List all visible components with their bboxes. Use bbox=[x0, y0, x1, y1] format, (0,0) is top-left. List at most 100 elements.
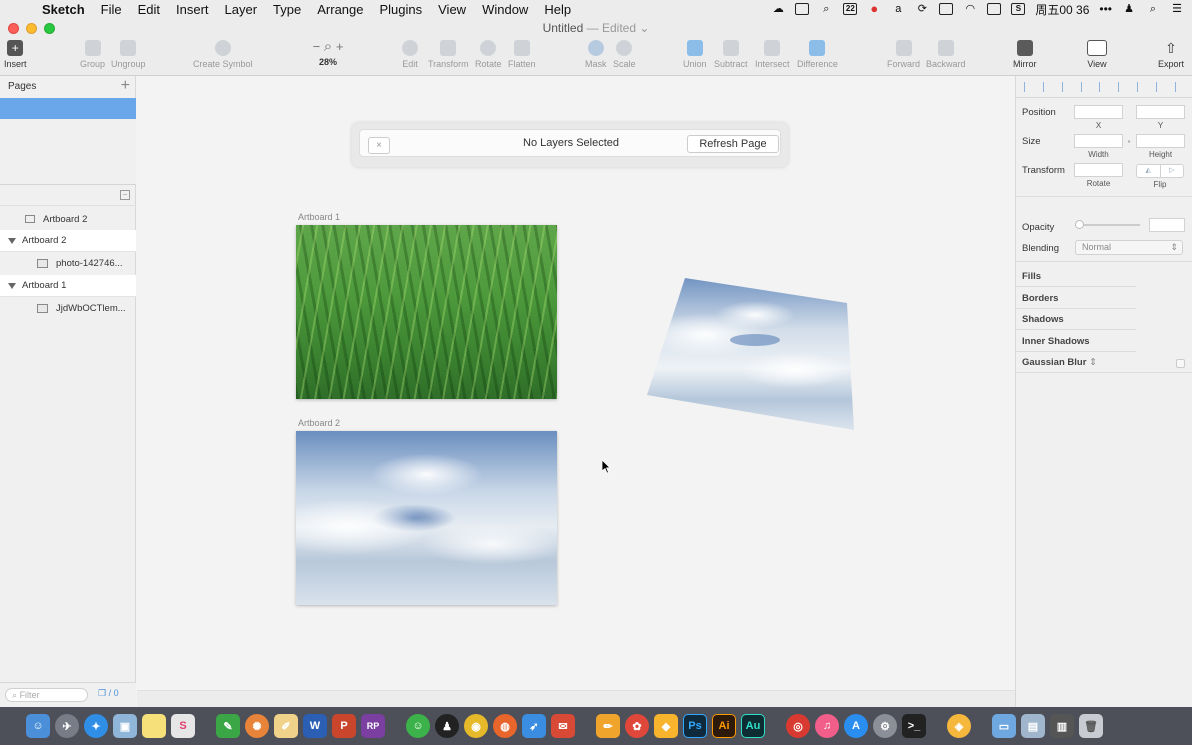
menu-arrange[interactable]: Arrange bbox=[309, 2, 371, 17]
mirror-button[interactable]: Mirror bbox=[1013, 40, 1037, 69]
edit-button[interactable]: Edit bbox=[402, 40, 418, 69]
battery-icon[interactable] bbox=[987, 3, 1002, 15]
powerpoint-icon[interactable]: P bbox=[332, 714, 356, 738]
folder-icon[interactable]: ▭ bbox=[992, 714, 1016, 738]
keyboard-icon[interactable] bbox=[939, 3, 954, 15]
transformed-sky-image[interactable] bbox=[645, 275, 857, 431]
insert-button[interactable]: + Insert bbox=[4, 40, 27, 69]
menu-window[interactable]: Window bbox=[474, 2, 536, 17]
align-middle-icon[interactable] bbox=[1136, 81, 1147, 92]
zoom-out-button[interactable]: − bbox=[313, 39, 321, 54]
swift-app-icon[interactable]: ➶ bbox=[522, 714, 546, 738]
menu-plugins[interactable]: Plugins bbox=[371, 2, 430, 17]
add-page-button[interactable]: + bbox=[121, 77, 130, 95]
netease-music-icon[interactable]: ◎ bbox=[786, 714, 810, 738]
filter-input[interactable]: ⌕ Filter bbox=[5, 688, 88, 702]
photo-stack-icon[interactable]: ▥ bbox=[1050, 714, 1074, 738]
align-right-icon[interactable] bbox=[1099, 81, 1109, 92]
magnifier-tool-icon[interactable]: ⌕ bbox=[819, 3, 833, 15]
blending-select[interactable]: Normal ⇕ bbox=[1075, 240, 1183, 255]
trash-icon[interactable]: 🗑 bbox=[1079, 714, 1103, 738]
illustrator-icon[interactable]: Ai bbox=[712, 714, 736, 738]
photos-icon[interactable]: ✿ bbox=[625, 714, 649, 738]
app-store-icon[interactable]: A bbox=[844, 714, 868, 738]
layer-row[interactable]: Artboard 2 bbox=[0, 208, 136, 230]
menu-insert[interactable]: Insert bbox=[168, 2, 217, 17]
menubar-clock[interactable]: 周五00 36 bbox=[1035, 1, 1089, 18]
create-symbol-button[interactable]: Create Symbol bbox=[193, 40, 253, 69]
close-panel-button[interactable]: × bbox=[368, 137, 390, 154]
shadows-section[interactable]: Shadows bbox=[1022, 314, 1064, 325]
copy-icon[interactable]: ❐ bbox=[98, 688, 106, 698]
wechat-icon[interactable]: ☺ bbox=[406, 714, 430, 738]
safari-icon[interactable]: ✦ bbox=[84, 714, 108, 738]
export-button[interactable]: ⇧ Export bbox=[1158, 40, 1184, 69]
blur-checkbox[interactable] bbox=[1176, 359, 1185, 368]
lock-icon[interactable]: ▪ bbox=[1124, 137, 1134, 146]
sketchbook-icon[interactable]: ✏ bbox=[596, 714, 620, 738]
flip-vertical-icon[interactable]: ▷ bbox=[1159, 165, 1184, 177]
align-left-edge-icon[interactable] bbox=[1061, 81, 1072, 92]
position-y-field[interactable] bbox=[1136, 105, 1185, 119]
system-preferences-icon[interactable]: ⚙ bbox=[873, 714, 897, 738]
airmail-icon[interactable]: ✉ bbox=[551, 714, 575, 738]
align-center-icon[interactable] bbox=[1080, 81, 1091, 92]
horizontal-scrollbar[interactable] bbox=[137, 690, 1015, 707]
more-icon[interactable]: ••• bbox=[1099, 2, 1112, 16]
forward-button[interactable]: Forward bbox=[887, 40, 920, 69]
word-icon[interactable]: W bbox=[303, 714, 327, 738]
disclosure-triangle-icon[interactable] bbox=[8, 237, 16, 244]
align-top-icon[interactable] bbox=[1118, 81, 1128, 92]
opacity-slider-knob[interactable] bbox=[1075, 220, 1084, 229]
distribute-vertical-icon[interactable] bbox=[1174, 81, 1185, 92]
height-field[interactable] bbox=[1136, 134, 1185, 148]
photoshop-icon[interactable]: Ps bbox=[683, 714, 707, 738]
zoom-magnifier-icon[interactable]: ⌕ bbox=[324, 38, 332, 55]
borders-section[interactable]: Borders bbox=[1022, 293, 1058, 304]
collapse-icon[interactable]: − bbox=[120, 190, 130, 200]
difference-button[interactable]: Difference bbox=[797, 40, 838, 69]
menu-edit[interactable]: Edit bbox=[130, 2, 168, 17]
audition-icon[interactable]: Au bbox=[741, 714, 765, 738]
backward-button[interactable]: Backward bbox=[926, 40, 966, 69]
slack-icon[interactable]: S bbox=[171, 714, 195, 738]
canvas[interactable]: No Layers Selected × Refresh Page Artboa… bbox=[137, 76, 1015, 707]
opacity-field[interactable] bbox=[1149, 218, 1185, 232]
spotlight-search-icon[interactable]: ⌕ bbox=[1146, 3, 1160, 15]
menu-view[interactable]: View bbox=[430, 2, 474, 17]
page-item-selected[interactable] bbox=[0, 98, 136, 119]
preview-icon[interactable]: ▣ bbox=[113, 714, 137, 738]
scale-button[interactable]: Scale bbox=[613, 40, 636, 69]
menu-app-name[interactable]: Sketch bbox=[34, 2, 93, 17]
filter-options[interactable]: ❐ / 0 bbox=[98, 688, 119, 699]
finder-icon[interactable]: ☺ bbox=[26, 714, 50, 738]
intersect-button[interactable]: Intersect bbox=[755, 40, 790, 69]
align-bottom-icon[interactable] bbox=[1155, 81, 1166, 92]
transform-button[interactable]: Transform bbox=[428, 40, 469, 69]
ubuntu-icon[interactable]: ✺ bbox=[245, 714, 269, 738]
align-left-icon[interactable] bbox=[1024, 81, 1034, 92]
fills-section[interactable]: Fills bbox=[1022, 271, 1041, 282]
layer-row[interactable]: JjdWbOCTlem... bbox=[0, 297, 136, 319]
artboard-2-title[interactable]: Artboard 2 bbox=[298, 418, 340, 428]
rotate-button[interactable]: Rotate bbox=[475, 40, 502, 69]
evernote-icon[interactable]: ✎ bbox=[216, 714, 240, 738]
notes-icon[interactable] bbox=[142, 714, 166, 738]
position-x-field[interactable] bbox=[1074, 105, 1123, 119]
width-field[interactable] bbox=[1074, 134, 1123, 148]
cloud-icon[interactable]: ☁ bbox=[771, 3, 785, 15]
disclosure-triangle-icon[interactable] bbox=[8, 282, 16, 289]
view-button[interactable]: View bbox=[1087, 40, 1107, 69]
notification-center-icon[interactable]: ☰ bbox=[1170, 3, 1184, 15]
slice-icon[interactable]: / bbox=[109, 688, 112, 698]
image-folder-icon[interactable]: ▤ bbox=[1021, 714, 1045, 738]
axure-rp-icon[interactable]: RP bbox=[361, 714, 385, 738]
document-title[interactable]: Untitled — Edited ⌄ bbox=[0, 21, 1192, 35]
artboard-2-sky-image[interactable] bbox=[296, 431, 557, 605]
sync-icon[interactable]: ⟳ bbox=[915, 3, 929, 15]
menu-type[interactable]: Type bbox=[265, 2, 309, 17]
subtract-button[interactable]: Subtract bbox=[714, 40, 748, 69]
qq-icon[interactable]: ♟ bbox=[1122, 3, 1136, 15]
menu-help[interactable]: Help bbox=[536, 2, 579, 17]
sketch-app-icon[interactable]: ◆ bbox=[654, 714, 678, 738]
